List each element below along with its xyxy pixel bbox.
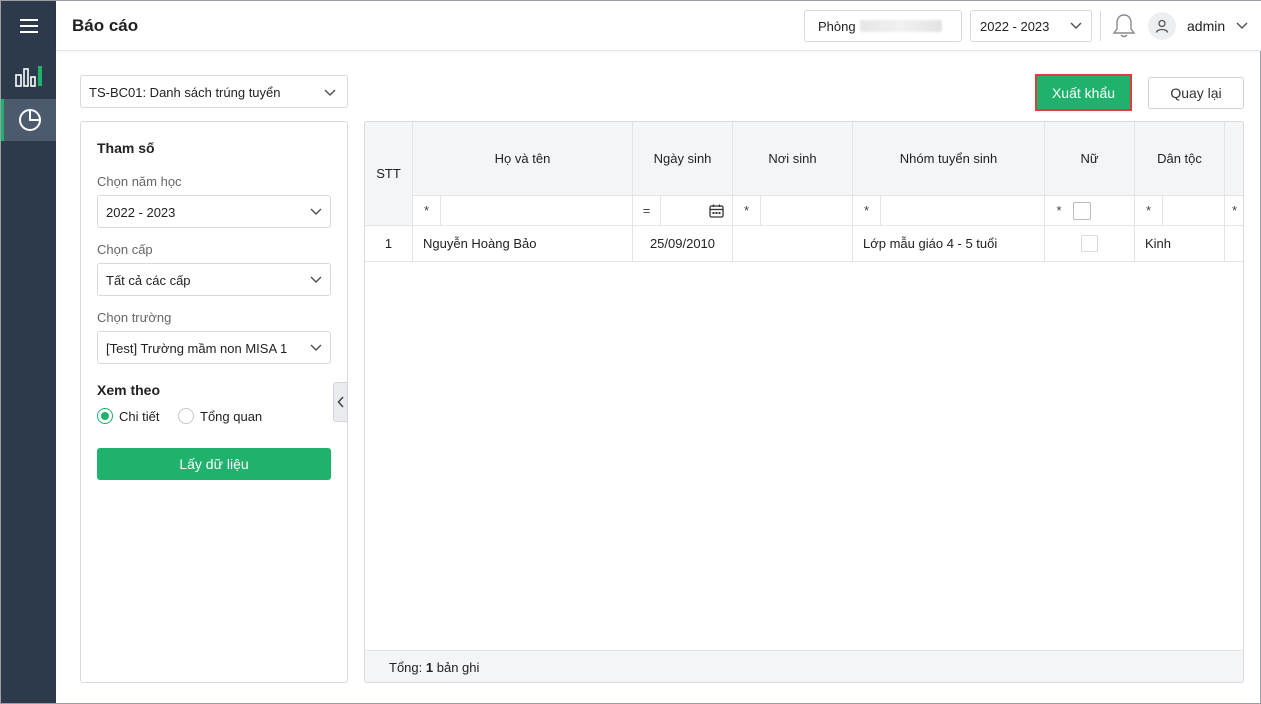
table-cell-birthplace bbox=[733, 226, 853, 262]
params-title: Tham số bbox=[97, 140, 155, 156]
filter-operator[interactable]: = bbox=[633, 196, 661, 225]
back-button-label: Quay lại bbox=[1170, 85, 1222, 101]
filter-operator[interactable]: * bbox=[1135, 196, 1163, 225]
report-select-value: TS-BC01: Danh sách trúng tuyển bbox=[89, 85, 281, 100]
table-cell-dob: 25/09/2010 bbox=[633, 226, 733, 262]
user-icon bbox=[1155, 19, 1169, 33]
school-label: Chọn trường bbox=[97, 310, 172, 325]
header-divider bbox=[1100, 11, 1101, 41]
filter-ethnicity[interactable]: * bbox=[1135, 196, 1225, 226]
radio-overview-label: Tổng quan bbox=[200, 408, 263, 424]
filter-operator[interactable]: * bbox=[413, 196, 441, 225]
column-header-ethnicity[interactable]: Dân tộc bbox=[1135, 122, 1225, 196]
school-select-value: [Test] Trường mầm non MISA 1 bbox=[106, 341, 288, 356]
department-name-redacted bbox=[859, 20, 942, 32]
chevron-down-icon bbox=[310, 208, 322, 216]
bar-chart-icon bbox=[14, 66, 42, 87]
chevron-down-icon bbox=[310, 276, 322, 284]
filter-birthplace[interactable]: * bbox=[733, 196, 853, 226]
year-select[interactable]: 2022 - 2023 bbox=[97, 195, 331, 228]
column-header-female[interactable]: Nữ bbox=[1045, 122, 1135, 196]
page-title: Báo cáo bbox=[72, 16, 139, 35]
female-checkbox bbox=[1081, 235, 1098, 252]
table-footer: Tổng: 1 bản ghi bbox=[365, 650, 1243, 682]
export-button-label: Xuất khẩu bbox=[1051, 84, 1116, 101]
back-button[interactable]: Quay lại bbox=[1148, 77, 1244, 109]
collapse-panel-button[interactable] bbox=[333, 382, 348, 422]
menu-icon[interactable] bbox=[1, 1, 56, 51]
column-header-stt: STT bbox=[365, 122, 413, 226]
filter-name[interactable]: * bbox=[413, 196, 633, 226]
filter-female-checkbox[interactable] bbox=[1073, 201, 1091, 220]
chevron-down-icon bbox=[324, 89, 336, 97]
filter-overflow[interactable]: * bbox=[1225, 196, 1243, 226]
department-label: Phòng bbox=[818, 18, 856, 34]
params-panel: Tham số Chọn năm học 2022 - 2023 Chọn cấ… bbox=[80, 121, 348, 683]
chevron-down-icon bbox=[1070, 22, 1082, 30]
column-header-group[interactable]: Nhóm tuyển sinh bbox=[853, 122, 1045, 196]
school-select[interactable]: [Test] Trường mầm non MISA 1 bbox=[97, 331, 331, 364]
avatar[interactable] bbox=[1148, 12, 1176, 40]
filter-dob[interactable]: = bbox=[633, 196, 733, 226]
footer-suffix: bản ghi bbox=[436, 660, 480, 675]
department-selector[interactable]: Phòng bbox=[804, 10, 962, 42]
fetch-data-label: Lấy dữ liệu bbox=[179, 456, 249, 472]
filter-group[interactable]: * bbox=[853, 196, 1045, 226]
pie-chart-icon bbox=[19, 109, 41, 131]
level-label: Chọn cấp bbox=[97, 242, 153, 257]
view-mode-label: Xem theo bbox=[97, 382, 161, 398]
radio-detail-label: Chi tiết bbox=[119, 408, 160, 424]
column-header-dob[interactable]: Ngày sinh bbox=[633, 122, 733, 196]
radio-detail-indicator[interactable] bbox=[97, 408, 113, 424]
filter-operator[interactable]: * bbox=[1225, 196, 1243, 225]
fetch-data-button[interactable]: Lấy dữ liệu bbox=[97, 448, 331, 480]
radio-detail[interactable]: Chi tiết bbox=[97, 408, 159, 424]
rail-item-dashboard[interactable] bbox=[1, 55, 56, 97]
header-year-value: 2022 - 2023 bbox=[980, 18, 1050, 34]
table-cell-overflow bbox=[1225, 226, 1243, 262]
user-name[interactable]: admin bbox=[1187, 18, 1225, 34]
filter-operator[interactable]: * bbox=[853, 196, 881, 225]
header-year-select[interactable]: 2022 - 2023 bbox=[970, 10, 1092, 42]
table-cell-group: Lớp mẫu giáo 4 - 5 tuổi bbox=[853, 226, 1045, 262]
footer-prefix: Tổng: bbox=[389, 660, 423, 675]
column-header-birthplace[interactable]: Nơi sinh bbox=[733, 122, 853, 196]
chevron-down-icon bbox=[309, 342, 323, 354]
table-cell-female bbox=[1045, 226, 1135, 262]
bell-icon[interactable] bbox=[1112, 13, 1136, 42]
year-select-value: 2022 - 2023 bbox=[106, 205, 176, 220]
chevron-down-icon[interactable] bbox=[1236, 21, 1248, 31]
calendar-icon[interactable] bbox=[709, 204, 724, 218]
footer-count: 1 bbox=[425, 660, 434, 675]
radio-overview[interactable]: Tổng quan bbox=[178, 408, 262, 424]
level-select[interactable]: Tất cả các cấp bbox=[97, 263, 331, 296]
filter-female[interactable]: * bbox=[1045, 196, 1135, 226]
rail-item-reports[interactable] bbox=[1, 99, 56, 141]
table-cell-ethnicity: Kinh bbox=[1135, 226, 1225, 262]
column-header-name[interactable]: Họ và tên bbox=[413, 122, 633, 196]
filter-operator[interactable]: * bbox=[1045, 196, 1073, 225]
year-label: Chọn năm học bbox=[97, 174, 182, 189]
chevron-left-icon bbox=[336, 396, 344, 408]
table-cell-stt: 1 bbox=[365, 226, 413, 262]
side-rail bbox=[1, 1, 56, 703]
radio-overview-indicator[interactable] bbox=[178, 408, 194, 424]
export-button[interactable]: Xuất khẩu bbox=[1035, 74, 1132, 111]
column-header-overflow bbox=[1225, 122, 1243, 196]
top-header: Báo cáo Phòng 2022 - 2023 admin bbox=[56, 1, 1261, 51]
report-select[interactable]: TS-BC01: Danh sách trúng tuyển bbox=[80, 75, 348, 108]
filter-operator[interactable]: * bbox=[733, 196, 761, 225]
table-cell-name[interactable]: Nguyễn Hoàng Bảo bbox=[413, 226, 633, 262]
report-table: STT Họ và tên Ngày sinh Nơi sinh Nhóm tu… bbox=[364, 121, 1244, 683]
level-select-value: Tất cả các cấp bbox=[106, 273, 191, 288]
